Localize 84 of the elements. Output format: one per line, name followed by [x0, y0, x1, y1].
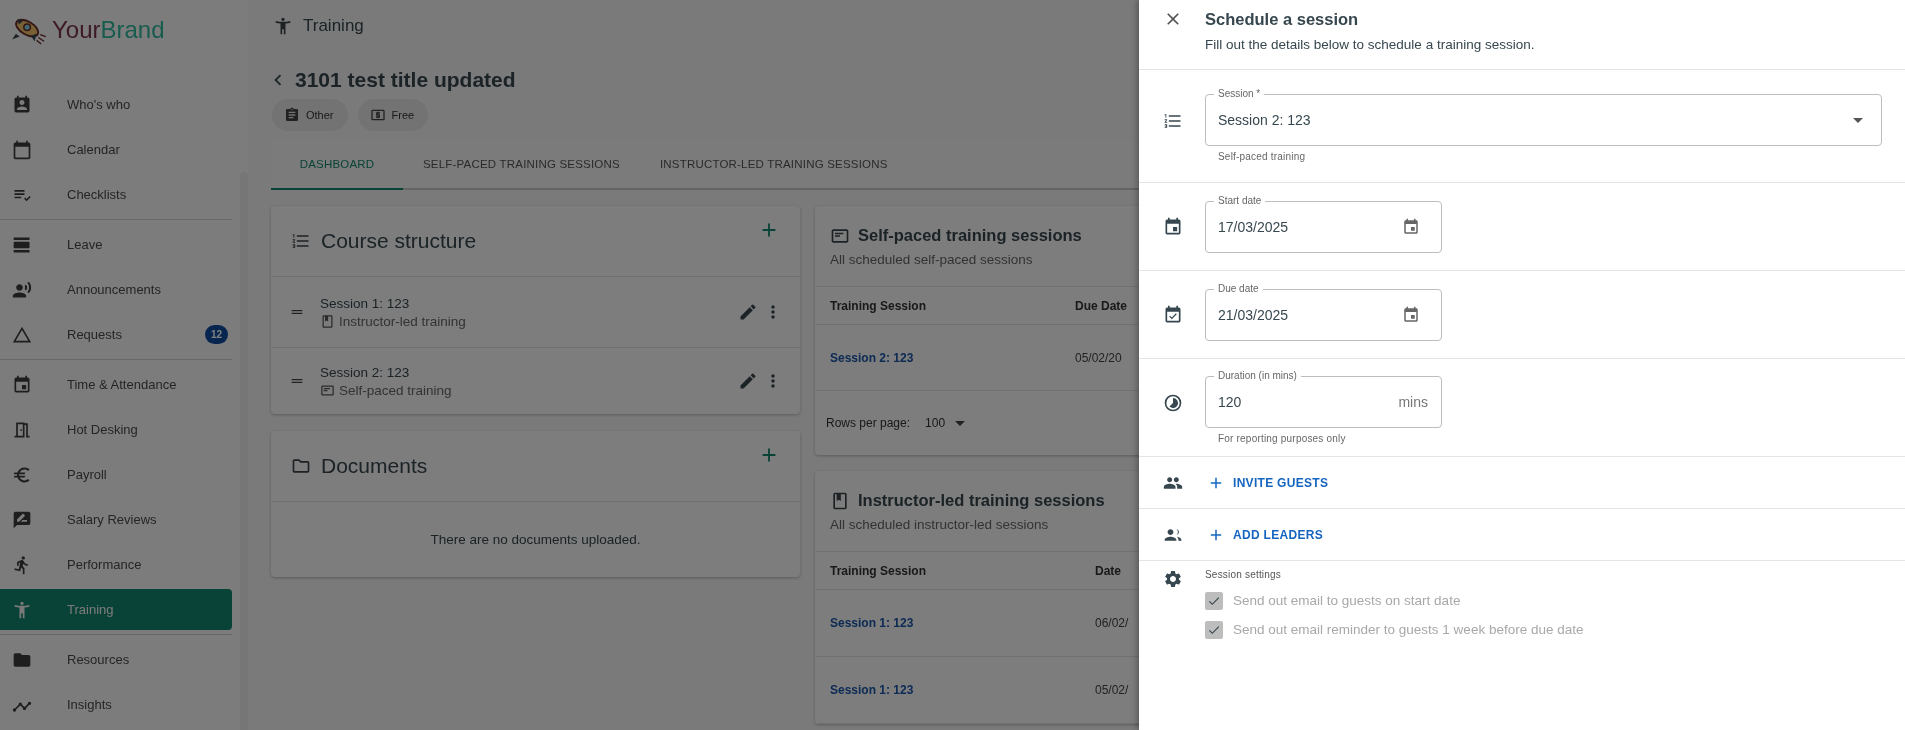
- numbered-list-icon: [291, 231, 311, 251]
- table-cell-text: 05/02/20: [1075, 350, 1123, 365]
- section-title: Training: [303, 16, 364, 36]
- session-link[interactable]: Session 1: 123: [830, 616, 1095, 630]
- comment-edit-icon: [12, 509, 32, 530]
- numbered-list-icon: [1163, 111, 1183, 131]
- book-icon: [830, 490, 850, 511]
- checkbox-label: Send out email reminder to guests 1 week before due date: [1233, 622, 1584, 637]
- book-icon: [320, 313, 335, 329]
- dropdown-arrow-icon: [1853, 117, 1863, 123]
- tab[interactable]: DASHBOARD: [271, 140, 403, 190]
- timer-icon: [1163, 393, 1183, 413]
- chip[interactable]: Other: [272, 99, 348, 131]
- card-title: Self-paced training sessions: [858, 226, 1082, 245]
- column-header: Training Session: [830, 298, 928, 313]
- count-badge: 12: [204, 325, 228, 344]
- date-field[interactable]: Start date 17/03/2025: [1205, 193, 1442, 253]
- sidebar-item[interactable]: Training: [0, 589, 232, 630]
- clipboard-icon: [284, 107, 300, 123]
- session-title: Session 2: 123: [320, 364, 411, 380]
- add-button[interactable]: INVITE GUESTS: [1205, 469, 1331, 496]
- sidebar-item[interactable]: Resources: [0, 637, 232, 682]
- speaking-person-icon: [12, 279, 32, 300]
- edit-icon[interactable]: [738, 371, 758, 391]
- sidebar-item[interactable]: Checklists: [0, 172, 232, 217]
- card-title: Course structure: [321, 229, 478, 253]
- session-link[interactable]: Session 1: 123: [830, 683, 1095, 697]
- sidebar-item[interactable]: Leave: [0, 222, 232, 267]
- sidebar-item[interactable]: Salary Reviews: [0, 497, 232, 542]
- column-header: Date: [1095, 563, 1122, 578]
- empty-message: There are no documents uploaded.: [429, 531, 642, 549]
- sidebar-item[interactable]: Payroll: [0, 452, 232, 497]
- settings-icon: [1163, 569, 1183, 589]
- column-header: Due Date: [1075, 298, 1128, 313]
- sidebar-item[interactable]: Insights: [0, 682, 232, 727]
- sidebar-item[interactable]: Requests 12: [0, 312, 232, 357]
- calendar-icon[interactable]: [1402, 305, 1420, 324]
- person-icon: [12, 599, 32, 620]
- calendar-check-icon: [1163, 304, 1183, 325]
- table-cell-text: 06/02/: [1095, 616, 1130, 630]
- card-subtitle: All scheduled instructor-led sessions: [830, 516, 1050, 532]
- table-cell-text: 05/02/: [1095, 683, 1130, 697]
- card-subtitle: All scheduled self-paced sessions: [830, 251, 1034, 267]
- section-label: Session settings: [1205, 569, 1283, 580]
- session-select[interactable]: Session * Session 2: 123: [1205, 87, 1882, 146]
- helper-text: For reporting purposes only: [1218, 433, 1347, 444]
- rows-per-page-label: Rows per page:: [826, 416, 911, 430]
- session-title: Session 1: 123: [320, 295, 411, 311]
- dropdown-arrow-icon: [955, 420, 966, 426]
- backdrop[interactable]: [0, 0, 1139, 730]
- date-field[interactable]: Due date 21/03/2025: [1205, 281, 1442, 341]
- sidebar-item[interactable]: Who's who: [0, 82, 232, 127]
- card-title: Documents: [321, 454, 429, 478]
- sidebar-item[interactable]: Hot Desking: [0, 407, 232, 452]
- rows-per-page-select[interactable]: 100: [925, 416, 966, 430]
- panel-subtitle: Fill out the details below to schedule a training session.: [1205, 37, 1535, 52]
- sidebar-item[interactable]: Performance: [0, 542, 232, 587]
- person-icon: [273, 16, 293, 36]
- dollar-note-icon: [369, 107, 386, 123]
- panel-title: Schedule a session: [1205, 10, 1360, 29]
- page-title: 3101 test title updated: [295, 68, 516, 92]
- session-type: Instructor-led training: [339, 313, 466, 329]
- checkbox-label: Send out email to guests on start date: [1233, 593, 1461, 608]
- brand-name: YourBrand: [52, 16, 165, 44]
- calendar-icon: [12, 139, 32, 160]
- helper-text: Self-paced training: [1218, 151, 1307, 162]
- edit-icon[interactable]: [738, 302, 758, 322]
- calendar-icon: [1163, 216, 1183, 237]
- contact-card-icon: [12, 94, 32, 115]
- folder-icon: [291, 456, 311, 476]
- card-title: Instructor-led training sessions: [858, 491, 1105, 510]
- duration-field[interactable]: Duration (in mins) 120 mins: [1205, 369, 1442, 428]
- sidebar-item[interactable]: Announcements: [0, 267, 232, 312]
- session-link[interactable]: Session 2: 123: [830, 350, 1075, 365]
- tab[interactable]: SELF-PACED TRAINING SESSIONS: [403, 140, 640, 188]
- tab[interactable]: INSTRUCTOR-LED TRAINING SESSIONS: [639, 140, 908, 188]
- session-type: Self-paced training: [339, 382, 452, 398]
- chip[interactable]: Free: [357, 99, 429, 131]
- add-button[interactable]: ADD LEADERS: [1205, 521, 1325, 548]
- sidebar-item[interactable]: Calendar: [0, 127, 232, 172]
- column-header: Training Session: [830, 563, 928, 578]
- calendar-icon[interactable]: [1402, 217, 1420, 236]
- sidebar-item[interactable]: Time & Attendance: [0, 362, 232, 407]
- calendar-icon: [12, 374, 32, 395]
